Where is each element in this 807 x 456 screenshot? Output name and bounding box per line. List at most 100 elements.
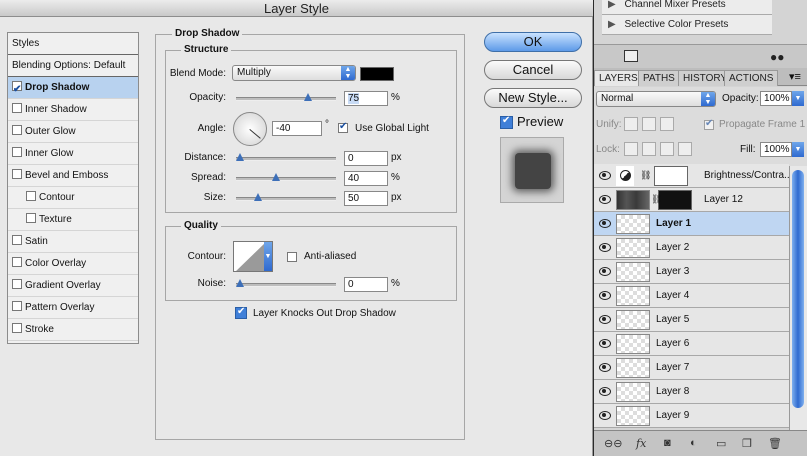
style-checkbox[interactable] xyxy=(12,279,22,289)
angle-dial[interactable] xyxy=(233,112,267,146)
distance-input[interactable]: 0 xyxy=(344,151,388,166)
preset-item[interactable]: ▶ Channel Mixer Presets xyxy=(602,0,772,15)
eye-icon[interactable] xyxy=(598,267,611,276)
layer-row[interactable]: Layer 1 xyxy=(594,212,789,236)
preview-checkbox[interactable] xyxy=(500,115,513,129)
style-item-bevel-and-emboss[interactable]: Bevel and Emboss xyxy=(8,165,138,187)
layer-row[interactable]: ⛓ Layer 12 xyxy=(594,188,789,212)
ok-button[interactable]: OK xyxy=(484,32,582,52)
eye-icon[interactable] xyxy=(598,195,611,204)
spread-input[interactable]: 40 xyxy=(344,171,388,186)
panel-menu-icon[interactable]: ▾≡ xyxy=(789,70,801,83)
noise-slider[interactable] xyxy=(236,279,336,287)
link-icon[interactable]: ⊖⊖ xyxy=(604,437,622,450)
style-checkbox[interactable] xyxy=(12,301,22,311)
chain-link-icon[interactable]: ⛓ xyxy=(640,170,651,181)
anti-aliased-checkbox[interactable] xyxy=(287,252,297,262)
lock-position-icon[interactable] xyxy=(660,142,674,156)
style-item-styles[interactable]: Styles xyxy=(8,33,138,55)
new-style-button[interactable]: New Style... xyxy=(484,88,582,108)
distance-slider[interactable] xyxy=(236,153,336,161)
contour-picker[interactable]: ▼ xyxy=(233,241,273,272)
cancel-button[interactable]: Cancel xyxy=(484,60,582,80)
slider-thumb-icon[interactable] xyxy=(236,279,245,288)
layers-scrollbar[interactable] xyxy=(789,166,807,434)
style-checkbox[interactable] xyxy=(26,213,36,223)
style-item-inner-glow[interactable]: Inner Glow xyxy=(8,143,138,165)
fill-input[interactable]: 100% xyxy=(760,142,792,157)
scrollbar-thumb[interactable] xyxy=(792,170,804,408)
style-checkbox[interactable] xyxy=(12,169,22,179)
style-checkbox[interactable] xyxy=(12,323,22,333)
eye-icon[interactable] xyxy=(598,219,611,228)
eye-icon[interactable] xyxy=(598,363,611,372)
style-item-blending-options-default[interactable]: Blending Options: Default xyxy=(8,55,138,77)
layer-row[interactable]: Layer 7 xyxy=(594,356,789,380)
blend-mode-select[interactable]: Multiply ▲ ▼ xyxy=(232,65,356,81)
layer-opacity-input[interactable]: 100% xyxy=(760,91,792,106)
lock-pixels-icon[interactable] xyxy=(642,142,656,156)
group-icon[interactable]: ▭ xyxy=(716,437,726,450)
adjustment-icon[interactable]: ◐ xyxy=(690,437,697,449)
slider-thumb-icon[interactable] xyxy=(272,173,281,182)
color-circles-icon[interactable]: ●● xyxy=(770,50,785,64)
style-checkbox[interactable] xyxy=(12,79,22,101)
layer-blend-select[interactable]: Normal ▲ ▼ xyxy=(596,91,716,107)
size-slider[interactable] xyxy=(236,193,336,201)
layer-row[interactable]: Layer 9 xyxy=(594,404,789,428)
global-light-checkbox[interactable] xyxy=(338,121,348,133)
eye-icon[interactable] xyxy=(598,291,611,300)
chevron-down-icon[interactable]: ▼ xyxy=(792,91,804,106)
style-item-inner-shadow[interactable]: Inner Shadow xyxy=(8,99,138,121)
style-checkbox[interactable] xyxy=(12,257,22,267)
chain-link-icon[interactable]: ⛓ xyxy=(651,194,662,205)
spread-slider[interactable] xyxy=(236,173,336,181)
lock-all-icon[interactable] xyxy=(678,142,692,156)
eye-icon[interactable] xyxy=(598,339,611,348)
layer-row[interactable]: Layer 4 xyxy=(594,284,789,308)
layer-row[interactable]: Layer 8 xyxy=(594,380,789,404)
eye-icon[interactable] xyxy=(598,411,611,420)
size-input[interactable]: 50 xyxy=(344,191,388,206)
tab-layers[interactable]: LAYERS xyxy=(594,70,643,86)
layer-row[interactable]: ⛓ Brightness/Contra... xyxy=(594,164,792,188)
slider-thumb-icon[interactable] xyxy=(254,193,263,202)
style-item-contour[interactable]: Contour xyxy=(8,187,138,209)
unify-style-icon[interactable] xyxy=(660,117,674,131)
layer-row[interactable]: Layer 6 xyxy=(594,332,789,356)
eye-icon[interactable] xyxy=(598,387,611,396)
style-checkbox[interactable] xyxy=(12,147,22,157)
style-checkbox[interactable] xyxy=(12,235,22,245)
eye-icon[interactable] xyxy=(598,171,611,180)
layer-comps-icon[interactable] xyxy=(624,50,638,62)
fx-icon[interactable]: fx xyxy=(636,437,646,450)
mask-icon[interactable]: ◙ xyxy=(664,437,671,449)
style-item-satin[interactable]: Satin xyxy=(8,231,138,253)
eye-icon[interactable] xyxy=(598,315,611,324)
lock-transparency-icon[interactable] xyxy=(624,142,638,156)
style-checkbox[interactable] xyxy=(12,103,22,113)
style-item-texture[interactable]: Texture xyxy=(8,209,138,231)
layer-row[interactable]: Layer 2 xyxy=(594,236,789,260)
layer-row[interactable]: Layer 5 xyxy=(594,308,789,332)
opacity-input[interactable]: 75 xyxy=(344,91,388,106)
angle-input[interactable]: -40 xyxy=(272,121,322,136)
unify-position-icon[interactable] xyxy=(624,117,638,131)
eye-icon[interactable] xyxy=(598,243,611,252)
style-item-outer-glow[interactable]: Outer Glow xyxy=(8,121,138,143)
new-layer-icon[interactable]: ❐ xyxy=(742,437,752,450)
style-checkbox[interactable] xyxy=(26,191,36,201)
preset-item[interactable]: ▶ Selective Color Presets xyxy=(602,15,772,35)
chevron-down-icon[interactable]: ▼ xyxy=(264,242,272,271)
style-item-gradient-overlay[interactable]: Gradient Overlay xyxy=(8,275,138,297)
unify-visibility-icon[interactable] xyxy=(642,117,656,131)
slider-thumb-icon[interactable] xyxy=(304,93,313,102)
chevron-down-icon[interactable]: ▼ xyxy=(792,142,804,157)
style-item-pattern-overlay[interactable]: Pattern Overlay xyxy=(8,297,138,319)
style-checkbox[interactable] xyxy=(12,125,22,135)
style-item-drop-shadow[interactable]: Drop Shadow xyxy=(8,77,138,101)
opacity-slider[interactable] xyxy=(236,93,336,101)
style-item-stroke[interactable]: Stroke xyxy=(8,319,138,341)
tab-actions[interactable]: ACTIONS xyxy=(724,70,779,86)
knockout-checkbox[interactable] xyxy=(235,306,247,319)
